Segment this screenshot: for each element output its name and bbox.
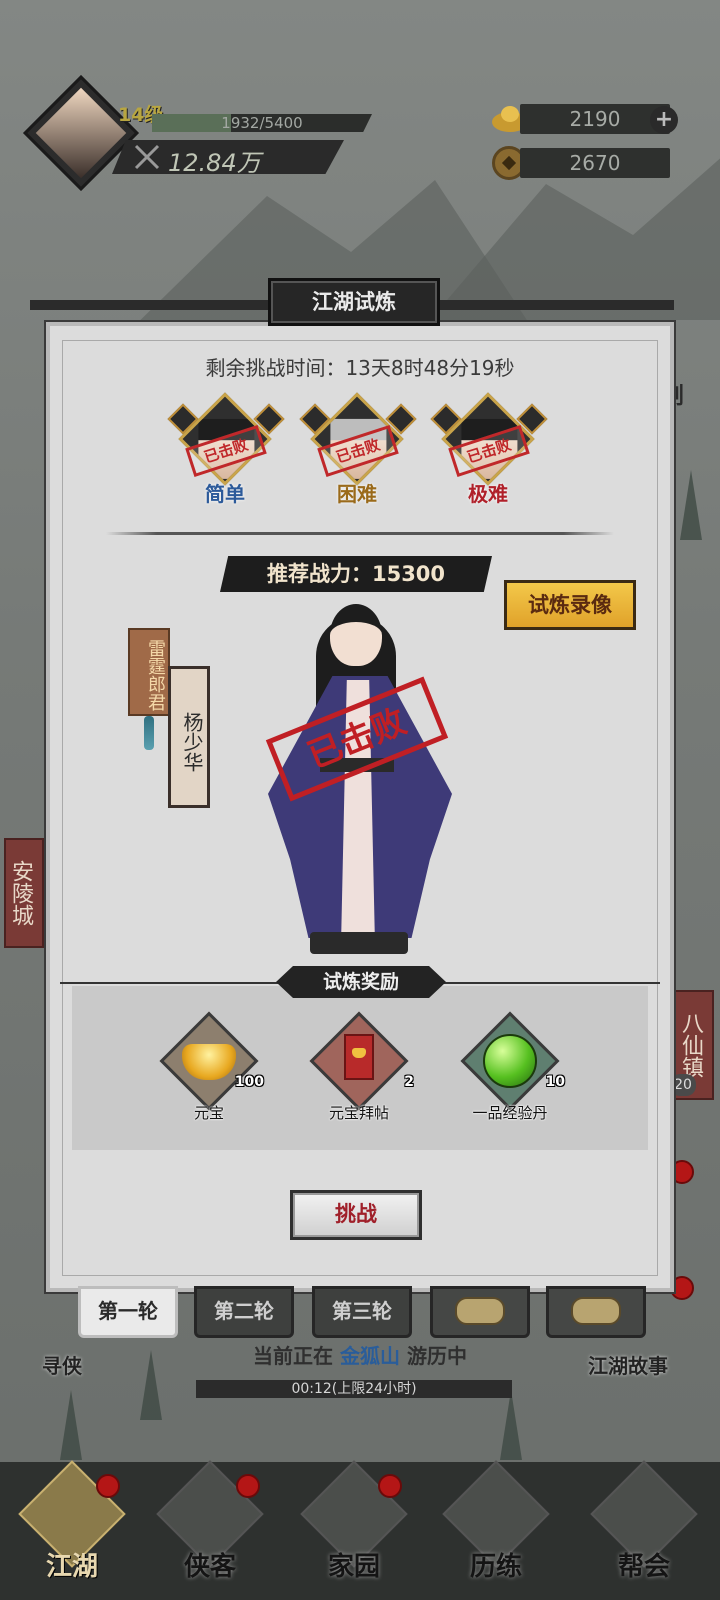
reward-count: 100 [234, 1074, 264, 1090]
nav-label: 帮会 [617, 1552, 670, 1582]
hero-title-tag: 雷霆郎君 [128, 628, 170, 716]
notification-dot [236, 1474, 260, 1498]
travel-location[interactable]: 金狐山 [340, 1344, 400, 1368]
tab-round-2[interactable]: 第二轮 [194, 1286, 294, 1338]
difficulty-extreme[interactable]: 已击败 极难 [430, 392, 548, 516]
nav-jiayuan[interactable]: 家园 [282, 1460, 426, 1598]
lock-icon [455, 1297, 505, 1325]
difficulty-label: 极难 [468, 482, 508, 506]
recommended-power: 推荐战力：15300 [220, 556, 492, 592]
trial-replay-button[interactable]: 试炼录像 [504, 580, 636, 630]
notification-dot [378, 1474, 402, 1498]
difficulty-easy[interactable]: 已击败 简单 [167, 392, 285, 516]
hero-head [330, 604, 382, 666]
reward-count: 10 [545, 1074, 565, 1090]
opponent-character [250, 596, 470, 976]
hero-boots [310, 932, 408, 954]
reward-title: 试炼奖励 [276, 966, 446, 998]
reward-area: 100 元宝 2 元宝拜帖 10 一品经验丹 [72, 986, 648, 1150]
lock-icon [571, 1297, 621, 1325]
tassel-decoration [144, 716, 154, 750]
gold-currency: 2190 [520, 104, 670, 134]
crossed-swords-icon [134, 144, 160, 170]
travel-prefix: 当前正在 [253, 1344, 334, 1368]
reward-count: 2 [404, 1074, 414, 1090]
nav-lilian[interactable]: 历练 [424, 1460, 568, 1598]
travel-timer: 00:12(上限24小时) [196, 1380, 512, 1398]
reward-item[interactable]: 10 一品经验丹 [455, 1011, 565, 1136]
nav-label: 历练 [469, 1552, 522, 1582]
nav-label: 侠客 [183, 1552, 236, 1582]
gold-value: 2190 [569, 107, 621, 131]
remaining-time: 剩余挑战时间：13天8时48分19秒 [205, 356, 515, 380]
coin-currency: 2670 [520, 148, 670, 178]
nav-banghui[interactable]: 帮会 [572, 1460, 716, 1598]
exp-pill-icon [483, 1034, 537, 1088]
nav-jianghu[interactable]: 江湖 [0, 1460, 144, 1598]
add-gold-button[interactable]: + [650, 106, 678, 134]
trial-modal: 剩余挑战时间：13天8时48分19秒 已击败 简单 已击败 困难 已击败 极难 … [46, 322, 674, 1292]
reward-name: 元宝拜帖 [328, 1104, 389, 1122]
power-value: 12.84万 [168, 149, 261, 177]
tab-round-3[interactable]: 第三轮 [312, 1286, 412, 1338]
locked-tab[interactable] [546, 1286, 646, 1338]
exp-text: 1932/5400 [221, 114, 303, 132]
difficulty-label: 困难 [337, 482, 377, 506]
map-city-anling[interactable]: 安陵城 [4, 838, 44, 948]
coin-value: 2670 [569, 151, 621, 175]
notification-dot [96, 1474, 120, 1498]
reward-name: 一品经验丹 [472, 1104, 548, 1122]
modal-title: 江湖试炼 [268, 278, 440, 326]
section-divider [106, 532, 614, 535]
locked-tab[interactable] [430, 1286, 530, 1338]
travel-status: 当前正在 金狐山 游历中 [0, 1340, 720, 1369]
difficulty-label: 简单 [205, 482, 245, 506]
nav-label: 江湖 [45, 1552, 98, 1582]
reward-item[interactable]: 100 元宝 [154, 1011, 264, 1136]
exp-bar: 1932/5400 [152, 114, 372, 132]
travel-suffix: 游历中 [406, 1344, 467, 1368]
challenge-button[interactable]: 挑战 [290, 1190, 422, 1240]
reward-item[interactable]: 2 元宝拜帖 [304, 1011, 414, 1136]
invite-card-icon [344, 1034, 374, 1080]
reward-name: 元宝 [193, 1104, 224, 1122]
nav-xiake[interactable]: 侠客 [138, 1460, 282, 1598]
difficulty-hard[interactable]: 已击败 困难 [299, 392, 417, 516]
hero-name-plate: 杨少华 [168, 666, 210, 808]
nav-label: 家园 [327, 1552, 380, 1582]
tab-round-1[interactable]: 第一轮 [78, 1286, 178, 1338]
